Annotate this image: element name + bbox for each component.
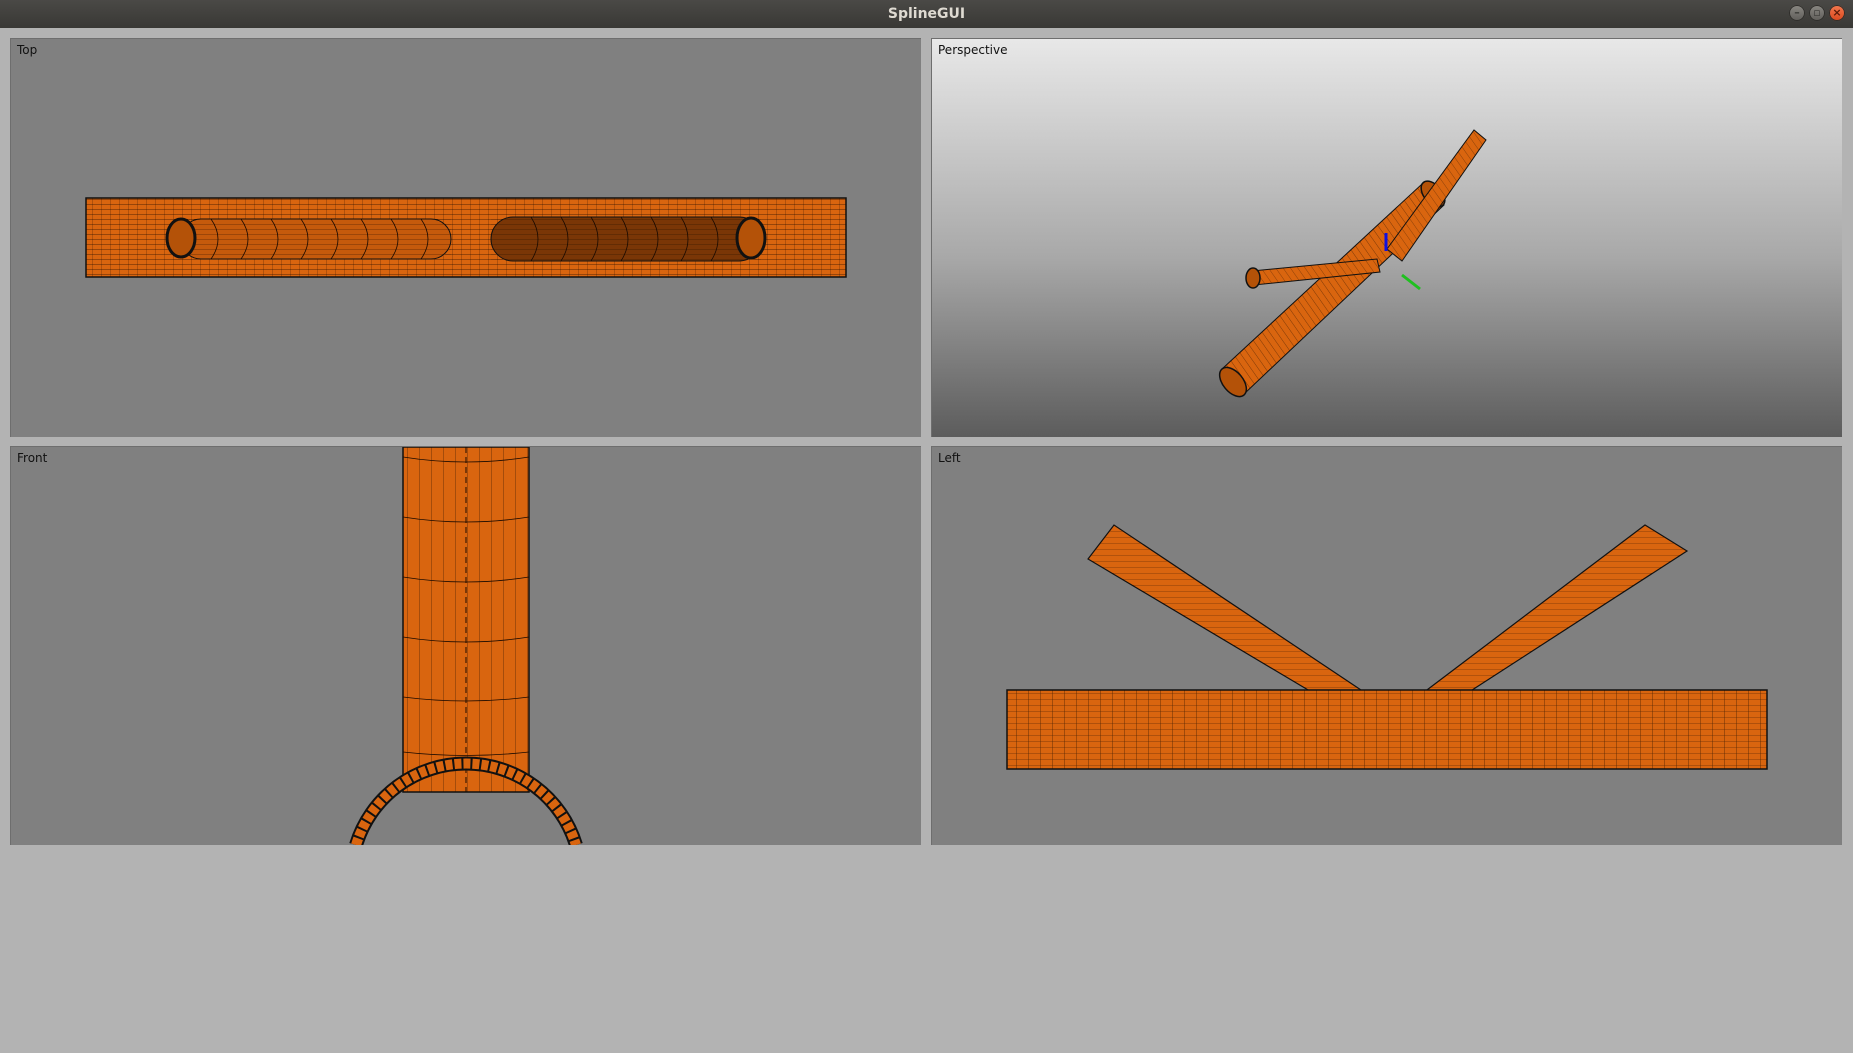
viewport-top[interactable]: Top (10, 38, 921, 437)
window-controls: – ▫ × (1789, 5, 1845, 21)
perspective-view-model (1218, 129, 1487, 398)
maximize-icon[interactable]: ▫ (1809, 5, 1825, 21)
minimize-icon[interactable]: – (1789, 5, 1805, 21)
viewport-label: Top (17, 43, 38, 57)
left-view-model (1006, 524, 1768, 770)
close-icon[interactable]: × (1829, 5, 1845, 21)
viewport-label: Perspective (938, 43, 1008, 57)
window-title: SplineGUI (887, 6, 966, 22)
viewport-perspective[interactable]: Perspective (931, 38, 1842, 437)
window-titlebar[interactable]: SplineGUI – ▫ × (0, 0, 1853, 28)
viewport-left[interactable]: Left (931, 446, 1842, 845)
top-view-model (85, 197, 847, 278)
front-view-model (349, 447, 583, 845)
viewport-label: Left (938, 451, 961, 465)
viewport-label: Front (17, 451, 48, 465)
axis-y-icon (1401, 273, 1421, 291)
viewport-front[interactable]: Front (10, 446, 921, 845)
